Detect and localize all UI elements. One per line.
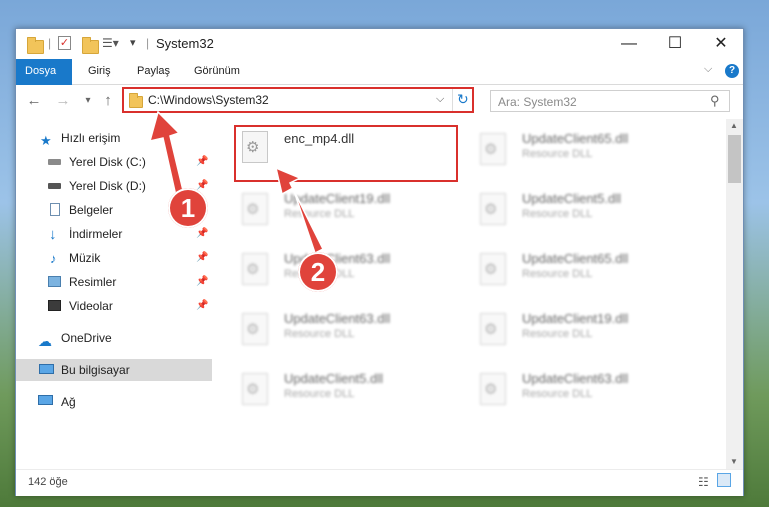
annotation-arrows: [148, 110, 325, 255]
arrow-2: [274, 166, 325, 255]
step-badge-2: 2: [298, 252, 338, 292]
step-badge-1: 1: [168, 188, 208, 228]
